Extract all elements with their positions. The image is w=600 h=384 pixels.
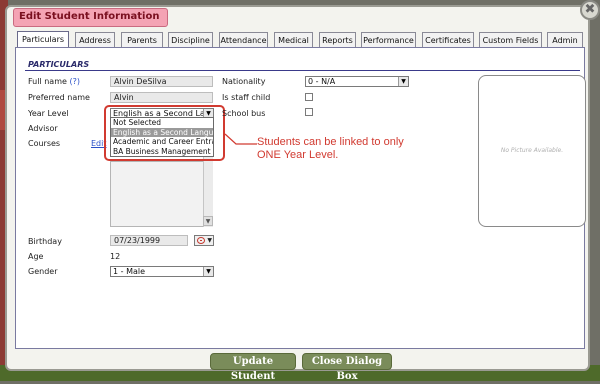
full-name-label: Full name (?): [28, 77, 80, 86]
date-picker-button[interactable]: ▼: [194, 235, 214, 246]
full-name-field[interactable]: Alvin DeSilva: [110, 76, 213, 87]
annotation-pointer: [224, 133, 257, 145]
tab-admin[interactable]: Admin: [547, 32, 583, 47]
gender-label: Gender: [28, 267, 58, 276]
full-name-label-text: Full name: [28, 77, 67, 86]
tab-particulars[interactable]: Particulars: [17, 31, 69, 48]
tab-reports[interactable]: Reports: [319, 32, 356, 47]
close-dialog-button[interactable]: Close Dialog Box: [302, 353, 392, 382]
picture-placeholder-text: No Picture Available.: [500, 147, 564, 154]
advisor-label: Advisor: [28, 124, 58, 133]
section-title: PARTICULARS: [28, 60, 90, 69]
tab-parents[interactable]: Parents: [121, 32, 163, 47]
birthday-field[interactable]: 07/23/1999: [110, 235, 188, 246]
nationality-selected-value: 0 - N/A: [308, 77, 336, 86]
update-student-button[interactable]: Update Student: [210, 353, 296, 382]
tab-certificates[interactable]: Certificates: [422, 32, 474, 47]
year-level-label: Year Level: [28, 109, 69, 118]
help-icon[interactable]: (?): [69, 77, 80, 86]
section-divider: [25, 70, 580, 71]
gender-selected-value: 1 - Male: [113, 267, 146, 276]
chevron-down-icon: ▼: [207, 237, 212, 244]
tab-address[interactable]: Address: [75, 32, 115, 47]
tab-medical[interactable]: Medical: [274, 32, 313, 47]
calendar-icon: [197, 237, 205, 244]
chevron-down-icon[interactable]: ▼: [203, 267, 213, 276]
tab-discipline[interactable]: Discipline: [168, 32, 213, 47]
school-bus-checkbox[interactable]: [305, 108, 313, 116]
tab-attendance[interactable]: Attendance: [219, 32, 268, 47]
annotation-text: Students can be linked to only ONE Year …: [257, 136, 437, 162]
scroll-down-icon[interactable]: ▼: [203, 216, 213, 226]
annotation-line-1: Students can be linked to only: [257, 136, 404, 148]
tab-performance[interactable]: Performance: [361, 32, 416, 47]
age-value: 12: [110, 252, 121, 261]
courses-list[interactable]: [110, 161, 213, 227]
close-dialog-icon[interactable]: ✖: [580, 0, 600, 20]
age-label: Age: [28, 252, 44, 261]
tab-custom-fields[interactable]: Custom Fields: [479, 32, 542, 47]
school-bus-label: School bus: [222, 109, 266, 118]
annotation-highlight-box: [104, 105, 225, 161]
birthday-label: Birthday: [28, 237, 62, 246]
dialog-title: Edit Student Information: [13, 8, 169, 27]
preferred-name-label: Preferred name: [28, 93, 90, 102]
nationality-label: Nationality: [222, 77, 266, 86]
staff-child-checkbox[interactable]: [305, 93, 313, 101]
courses-label: Courses: [28, 139, 61, 148]
chevron-down-icon[interactable]: ▼: [398, 77, 408, 86]
nationality-select[interactable]: 0 - N/A ▼: [305, 76, 409, 87]
gender-select[interactable]: 1 - Male ▼: [110, 266, 214, 277]
preferred-name-field[interactable]: Alvin: [110, 92, 213, 103]
staff-child-label: Is staff child: [222, 93, 271, 102]
annotation-line-2: ONE Year Level.: [257, 149, 339, 161]
